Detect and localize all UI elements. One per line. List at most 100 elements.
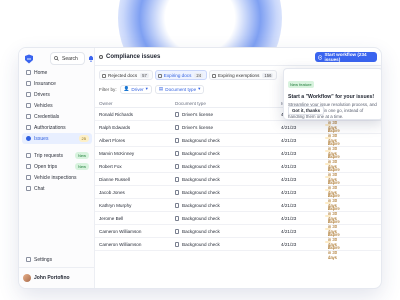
table-row[interactable]: Cameron Williamson Background check 4/21/2… — [95, 225, 381, 247]
table-row[interactable]: Marvin McKinney Background check 4/21/23 ⚠ E… — [95, 147, 381, 169]
document-type-cell: Background check — [182, 190, 220, 195]
issued-on-cell: 4/21/23 — [281, 242, 297, 247]
user-icon: 👤 — [123, 86, 130, 91]
owner-cell: Ronald Richards — [99, 112, 133, 117]
shield-icon — [26, 81, 31, 86]
filter-label: Filter by: — [99, 86, 117, 92]
sidebar-item-label: Insurance — [34, 80, 56, 87]
sidebar-item-issues[interactable]: Issues 25 — [22, 133, 92, 144]
user-name: John Portofino — [34, 275, 70, 281]
document-icon — [175, 242, 179, 247]
chevron-down-icon: ▾ — [145, 86, 148, 91]
document-icon — [175, 229, 179, 234]
sidebar: Search Home Insurance Drivers Vehicles C… — [19, 48, 95, 288]
sidebar-item-open-trips[interactable]: Open trips New — [22, 161, 92, 172]
owner-cell: Cameron Williamson — [99, 242, 142, 247]
gear-icon — [26, 257, 31, 262]
table-row[interactable]: Ralph Edwards Driver's license 4/21/23 ⚠ Exp… — [95, 121, 381, 143]
expiry-status-badge: ⚠Expire in 30 days — [325, 124, 340, 143]
owner-cell: Ralph Edwards — [99, 125, 131, 130]
issued-on-cell: 4/21/23 — [281, 164, 297, 169]
alert-icon — [26, 136, 31, 141]
sidebar-item-chat[interactable]: Chat — [22, 183, 92, 194]
sidebar-item-vehicles[interactable]: Vehicles — [22, 100, 92, 111]
table-row[interactable]: Robert Fox Background check 4/21/23 ⚠ Expire… — [95, 160, 381, 182]
tab-label: Expiring exemptions — [218, 72, 260, 78]
tab-expiring-docs[interactable]: Expiring docs 24 — [154, 70, 208, 80]
sidebar-item-home[interactable]: Home — [22, 67, 92, 78]
issued-on-cell: 4/21/23 — [281, 177, 297, 182]
issues-count-badge: 25 — [78, 135, 89, 142]
owner-cell: Dianne Russell — [99, 177, 130, 182]
top-bar: Compliance issues Start workflow (234 is… — [95, 48, 381, 66]
route-icon — [26, 164, 31, 169]
bell-icon[interactable] — [88, 54, 94, 62]
new-feature-tag: New feature — [288, 81, 314, 88]
document-icon: ▤ — [158, 86, 164, 91]
sidebar-item-credentials[interactable]: Credentials — [22, 111, 92, 122]
search-label: Search — [62, 55, 78, 62]
logo-icon — [25, 54, 33, 64]
owner-cell: Cameron Williamson — [99, 229, 142, 234]
owner-cell: Marvin McKinney — [99, 151, 135, 156]
document-type-cell: Driver's license — [182, 125, 213, 130]
column-header-document-type[interactable]: Document type — [175, 101, 206, 106]
document-type-cell: Driver's license — [182, 112, 213, 117]
issues-table: Owner Document type Issued on Ronald Ric… — [95, 98, 381, 260]
expiry-status-badge: ⚠Expire in 30 days — [325, 241, 340, 260]
app-window: Search Home Insurance Drivers Vehicles C… — [19, 48, 381, 288]
document-icon — [175, 164, 179, 169]
document-icon — [175, 112, 179, 117]
new-badge: New — [74, 163, 89, 170]
tab-expiring-exemptions[interactable]: Expiring exemptions 156 — [209, 70, 278, 80]
sidebar-item-drivers[interactable]: Drivers — [22, 89, 92, 100]
expiry-status-badge: ⚠Expire in 30 days — [325, 202, 340, 221]
document-type-filter-label: Document type — [165, 86, 197, 92]
issues-icon — [99, 55, 103, 59]
column-header-owner[interactable]: Owner — [99, 101, 113, 106]
sidebar-nav: Home Insurance Drivers Vehicles Credenti… — [19, 67, 95, 194]
expiry-status-label: Expire in 30 days — [328, 245, 340, 260]
document-type-cell: Background check — [182, 216, 220, 221]
expiry-status-badge: ⚠Expire in 30 days — [325, 163, 340, 182]
user-icon — [26, 92, 31, 97]
sidebar-item-label: Chat — [34, 185, 45, 192]
issued-on-cell: 4/21/23 — [281, 229, 297, 234]
document-type-filter[interactable]: ▤ Document type ▾ — [154, 84, 205, 94]
document-icon — [175, 203, 179, 208]
sidebar-item-insurance[interactable]: Insurance — [22, 78, 92, 89]
document-icon — [102, 74, 106, 78]
sidebar-item-trip-requests[interactable]: Trip requests New — [22, 150, 92, 161]
play-icon — [318, 54, 323, 60]
driver-filter[interactable]: 👤 Driver ▾ — [119, 84, 152, 94]
tab-label: Rejected docs — [108, 72, 138, 78]
issued-on-cell: 4/21/23 — [281, 151, 297, 156]
sidebar-item-label: Vehicle inspections — [34, 174, 77, 181]
sidebar-item-label: Trip requests — [34, 152, 63, 159]
issued-on-cell: 4/21/23 — [281, 216, 297, 221]
sidebar-item-vehicle-inspections[interactable]: Vehicle inspections — [22, 172, 92, 183]
chat-icon — [26, 186, 31, 191]
table-row[interactable]: Jacob Jones Background check 4/21/23 ⚠ Expir… — [95, 186, 381, 208]
table-row[interactable]: Cameron Williamson Background check 4/21/2… — [95, 238, 381, 260]
document-icon — [175, 125, 179, 130]
got-it-button[interactable]: Got it, thanks — [288, 106, 325, 115]
table-row[interactable]: Dianne Russell Background check 4/21/23 ⚠ Ex… — [95, 173, 381, 195]
table-row[interactable]: Kathryn Murphy Background check 4/21/23 ⚠ Ex… — [95, 199, 381, 221]
table-row[interactable]: Albert Flores Background check 4/21/23 ⚠ Exp… — [95, 134, 381, 156]
tab-rejected-docs[interactable]: Rejected docs 57 — [99, 70, 153, 80]
start-workflow-button[interactable]: Start workflow (234 issues) — [315, 52, 377, 62]
search-button[interactable]: Search — [50, 52, 85, 65]
clipboard-icon — [26, 175, 31, 180]
user-profile[interactable]: John Portofino — [19, 267, 95, 288]
sidebar-item-settings[interactable]: Settings — [22, 254, 92, 265]
table-row[interactable]: Jerome Bell Background check 4/21/23 ⚠ Expir… — [95, 212, 381, 234]
home-icon — [26, 70, 31, 75]
start-workflow-label: Start workflow (234 issues) — [324, 52, 367, 62]
popup-title: Start a "Workflow" for your issues! — [288, 94, 375, 100]
sidebar-item-authorizations[interactable]: Authorizations — [22, 122, 92, 133]
key-icon — [26, 125, 31, 130]
filter-bar: Filter by: 👤 Driver ▾ ▤ Document type ▾ — [99, 84, 205, 94]
expiry-status-badge: ⚠Expire in 30 days — [325, 215, 340, 234]
issued-on-cell: 4/21/23 — [281, 138, 297, 143]
